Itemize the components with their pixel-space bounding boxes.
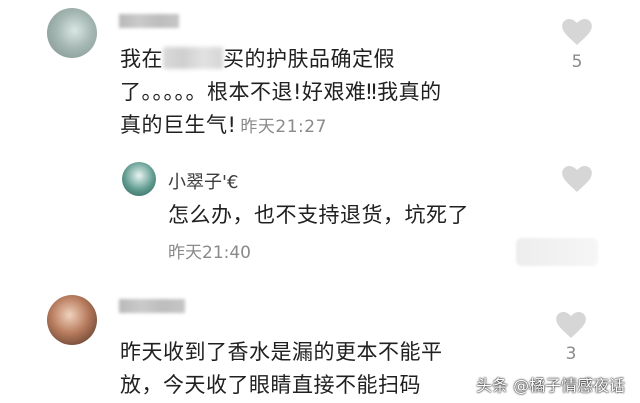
commenter-name[interactable]: [119, 299, 185, 313]
like-icon[interactable]: [562, 19, 592, 45]
commenter-avatar[interactable]: [47, 8, 97, 58]
comment-time: 昨天21:27: [240, 117, 327, 137]
expand-replies-handle[interactable]: [516, 238, 598, 266]
like-count: 5: [571, 52, 583, 72]
like-icon[interactable]: [562, 166, 592, 192]
censored-text: [163, 47, 223, 69]
comment-text-line: 我在 买的护肤品确定假: [120, 47, 395, 71]
reply-avatar[interactable]: [122, 162, 156, 196]
like-icon[interactable]: [556, 312, 586, 338]
comment-text-line: 放，今天收了眼睛直接不能扫码: [120, 373, 421, 397]
commenter-avatar[interactable]: [47, 295, 97, 345]
comment-text-line: 昨天收到了香水是漏的更本不能平: [120, 340, 443, 364]
comment-body: 昨天收到了香水是漏的更本不能平 放，今天收了眼睛直接不能扫码: [120, 336, 443, 402]
commenter-name[interactable]: [119, 14, 179, 28]
comment-body: 我在 买的护肤品确定假 了。。。。。根本不退!好艰难‼我真的 真的巨生气! 昨天21…: [120, 43, 442, 144]
reply-time: 昨天21:40: [168, 243, 251, 263]
comment-text-line: 真的巨生气! 昨天21:27: [120, 113, 327, 137]
reply-text: 怎么办，也不支持退货，坑死了: [168, 203, 469, 227]
reply-author-name[interactable]: 小翠子'€: [168, 168, 238, 194]
watermark: 头条 @橘子情感夜话: [476, 376, 626, 395]
like-count: 3: [565, 344, 577, 364]
comment-text-line: 了。。。。。根本不退!好艰难‼我真的: [120, 80, 442, 104]
